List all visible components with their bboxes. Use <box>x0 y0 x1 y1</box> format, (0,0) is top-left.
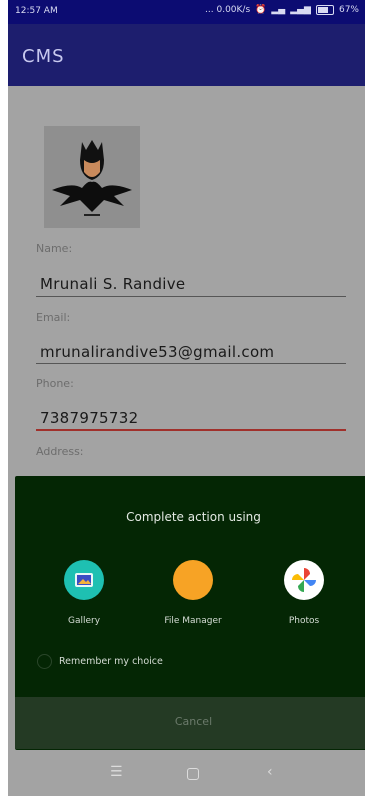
app-title: CMS <box>22 46 65 67</box>
file-manager-label[interactable]: File Manager <box>153 616 233 626</box>
phone-underline <box>36 429 346 431</box>
app-screen: 12:57 AM ... 0.00K/s ⏰ ▂▄ ▂▄▆ 67% CMS Na… <box>8 0 365 796</box>
phone-label: Phone: <box>36 377 74 390</box>
remember-label[interactable]: Remember my choice <box>59 656 163 667</box>
menu-icon[interactable]: ☰ <box>110 764 123 780</box>
app-bar: CMS <box>8 24 365 86</box>
name-label: Name: <box>36 242 73 255</box>
file-manager-icon[interactable] <box>173 560 213 600</box>
back-icon[interactable]: ‹ <box>267 764 273 780</box>
status-bar: 12:57 AM ... 0.00K/s ⏰ ▂▄ ▂▄▆ 67% <box>8 0 365 24</box>
address-label: Address: <box>36 445 84 458</box>
gallery-label[interactable]: Gallery <box>44 616 124 626</box>
battery-icon <box>315 5 334 15</box>
photos-icon[interactable] <box>284 560 324 600</box>
status-right: ... 0.00K/s ⏰ ▂▄ ▂▄▆ 67% <box>205 5 359 15</box>
cancel-label: Cancel <box>174 715 213 728</box>
photos-label[interactable]: Photos <box>264 616 344 626</box>
profile-avatar[interactable] <box>44 126 140 228</box>
signal-icon: ▂▄ <box>271 5 286 15</box>
email-label: Email: <box>36 311 71 324</box>
name-field[interactable]: Mrunali S. Randive <box>40 275 185 293</box>
email-field[interactable]: mrunalirandive53@gmail.com <box>40 343 274 361</box>
nav-bar: ☰ ‹ <box>8 750 365 796</box>
remember-radio[interactable] <box>37 654 52 669</box>
network-speed: ... 0.00K/s <box>205 5 251 15</box>
email-underline <box>36 363 346 364</box>
batman-avatar <box>44 126 140 228</box>
dialog-title: Complete action using <box>126 510 261 524</box>
remember-choice[interactable]: Remember my choice <box>37 654 163 669</box>
name-underline <box>36 296 346 297</box>
gallery-icon[interactable] <box>64 560 104 600</box>
status-time: 12:57 AM <box>15 6 58 16</box>
gallery-picture-icon <box>75 573 93 587</box>
alarm-icon: ⏰ <box>255 5 267 15</box>
cancel-button[interactable]: Cancel <box>15 697 365 749</box>
signal-icon: ▂▄▆ <box>290 5 311 15</box>
battery-percent: 67% <box>338 5 359 15</box>
chooser-dialog: Complete action using Gallery File Manag… <box>15 476 365 750</box>
photos-pinwheel-icon <box>292 568 316 592</box>
home-icon[interactable] <box>187 768 199 780</box>
phone-field[interactable]: 7387975732 <box>40 409 138 427</box>
